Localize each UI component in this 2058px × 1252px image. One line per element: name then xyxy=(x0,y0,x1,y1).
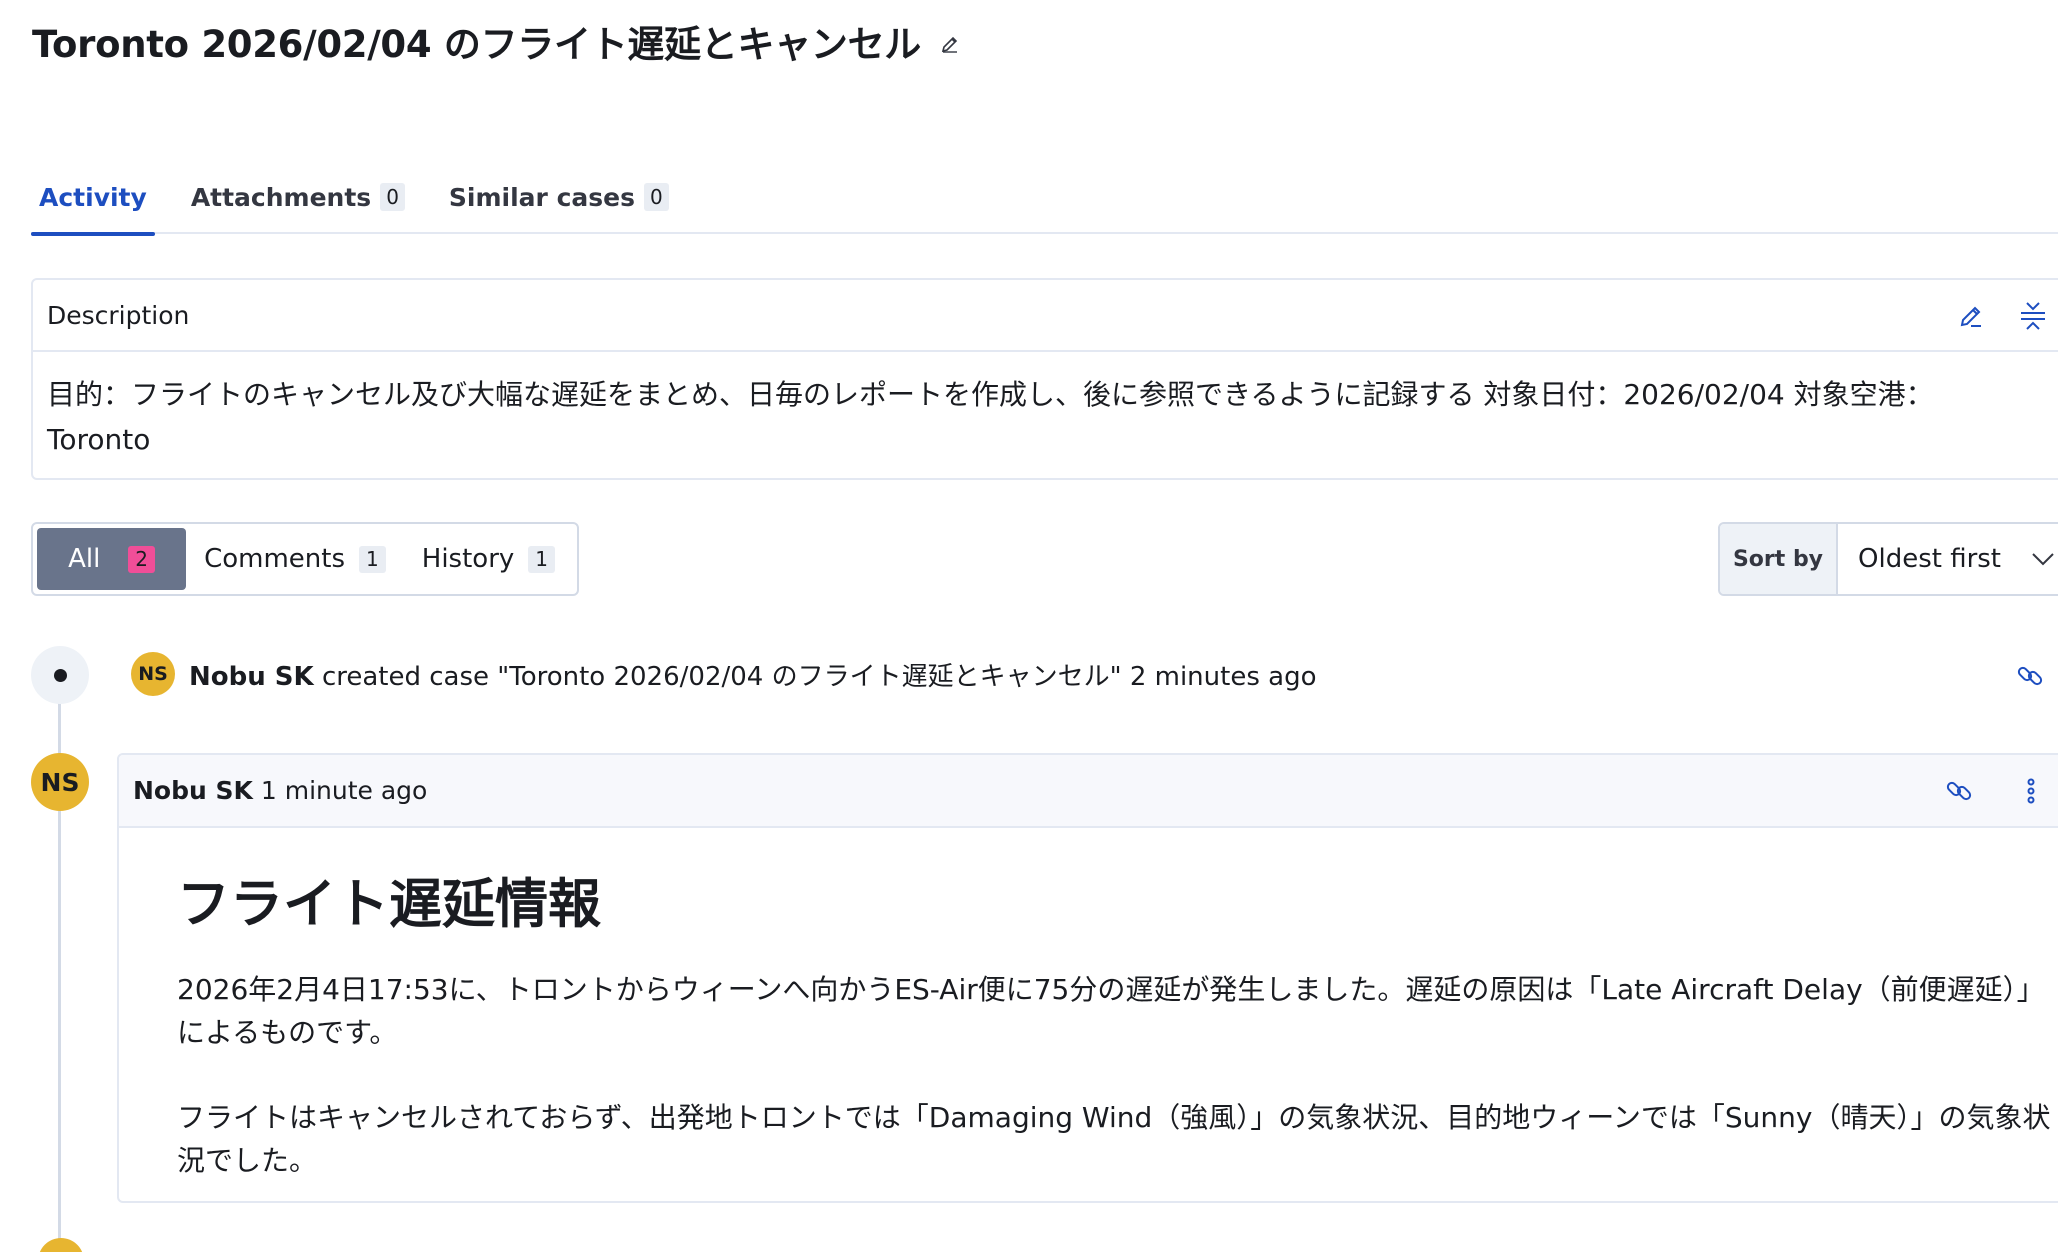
comment-paragraph: 2026年2月4日17:53に、トロントからウィーンへ向かうES-Air便に75… xyxy=(177,973,2045,1049)
sort-select-value: Oldest first xyxy=(1858,544,2001,574)
filter-comments-label: Comments xyxy=(204,544,346,574)
comment-user: Nobu SK xyxy=(133,776,253,805)
description-label: Description xyxy=(47,300,190,330)
comment-panel: Nobu SK 1 minute ago フライト遅延情報 2026年2月4日1… xyxy=(117,753,2058,1203)
event-user: Nobu SK xyxy=(189,661,314,692)
tab-attachments-label: Attachments xyxy=(190,182,372,212)
filter-history-label: History xyxy=(421,544,515,574)
sort-select[interactable]: Oldest first xyxy=(1838,524,2058,594)
description-header: Description xyxy=(33,280,2058,352)
case-tabs: Activity Attachments 0 Similar cases 0 xyxy=(31,160,2058,236)
title-row: Toronto 2026/02/04 のフライト遅延とキャンセル xyxy=(32,14,961,68)
more-options-icon[interactable] xyxy=(2013,773,2049,809)
avatar xyxy=(38,1238,84,1252)
tab-activity-label: Activity xyxy=(39,182,147,212)
comment-time: 1 minute ago xyxy=(260,776,428,805)
filter-comments-button[interactable]: Comments 1 xyxy=(186,528,404,590)
filter-all-label: All xyxy=(68,544,101,574)
tab-similar-cases[interactable]: Similar cases 0 xyxy=(441,160,677,234)
collapse-icon[interactable] xyxy=(2015,298,2051,334)
comment-actions xyxy=(1941,773,2049,809)
event-dot-inner xyxy=(53,668,67,682)
edit-description-icon[interactable] xyxy=(1953,298,1989,334)
filter-all-button[interactable]: All 2 xyxy=(37,528,187,590)
event-dot-icon xyxy=(31,646,89,704)
tab-similar-cases-label: Similar cases xyxy=(448,182,635,212)
filter-history-count: 1 xyxy=(528,545,555,573)
copy-link-icon[interactable] xyxy=(1941,773,1977,809)
page-title: Toronto 2026/02/04 のフライト遅延とキャンセル xyxy=(32,23,922,66)
similar-cases-count-badge: 0 xyxy=(644,183,669,211)
event-time: 2 minutes ago xyxy=(1129,661,1317,692)
sort-control: Sort by Oldest first xyxy=(1718,522,2058,596)
description-actions xyxy=(1953,298,2051,334)
activity-filter-group: All 2 Comments 1 History 1 xyxy=(31,522,579,596)
pencil-icon[interactable] xyxy=(939,33,961,55)
comment-paragraph: フライトはキャンセルされておらず、出発地トロントでは「Damaging Wind… xyxy=(177,1101,2051,1177)
event-text: created case "Toronto 2026/02/04 のフライト遅延… xyxy=(321,661,1122,692)
tab-activity[interactable]: Activity xyxy=(31,160,155,236)
description-text: 目的：フライトのキャンセル及び大幅な遅延をまとめ、日毎のレポートを作成し、後に参… xyxy=(47,378,1934,456)
filter-all-count: 2 xyxy=(128,545,156,573)
comment-body: フライト遅延情報 2026年2月4日17:53に、トロントからウィーンへ向かうE… xyxy=(119,828,2058,1182)
chevron-down-icon xyxy=(2032,553,2054,566)
filter-history-button[interactable]: History 1 xyxy=(404,528,573,590)
tab-attachments[interactable]: Attachments 0 xyxy=(183,160,413,234)
filter-comments-count: 1 xyxy=(359,545,386,573)
avatar: NS xyxy=(31,753,89,811)
comment-heading: フライト遅延情報 xyxy=(177,874,601,935)
copy-link-icon[interactable] xyxy=(2012,658,2048,694)
case-created-event: NS Nobu SK created case "Toronto 2026/02… xyxy=(131,652,1317,696)
comment-header: Nobu SK 1 minute ago xyxy=(119,755,2058,828)
avatar: NS xyxy=(131,652,175,696)
attachments-count-badge: 0 xyxy=(380,183,405,211)
sort-by-label: Sort by xyxy=(1720,524,1838,594)
description-panel: Description 目的：フライトのキャンセル及び大幅な遅延をまとめ、日毎の… xyxy=(31,278,2058,480)
